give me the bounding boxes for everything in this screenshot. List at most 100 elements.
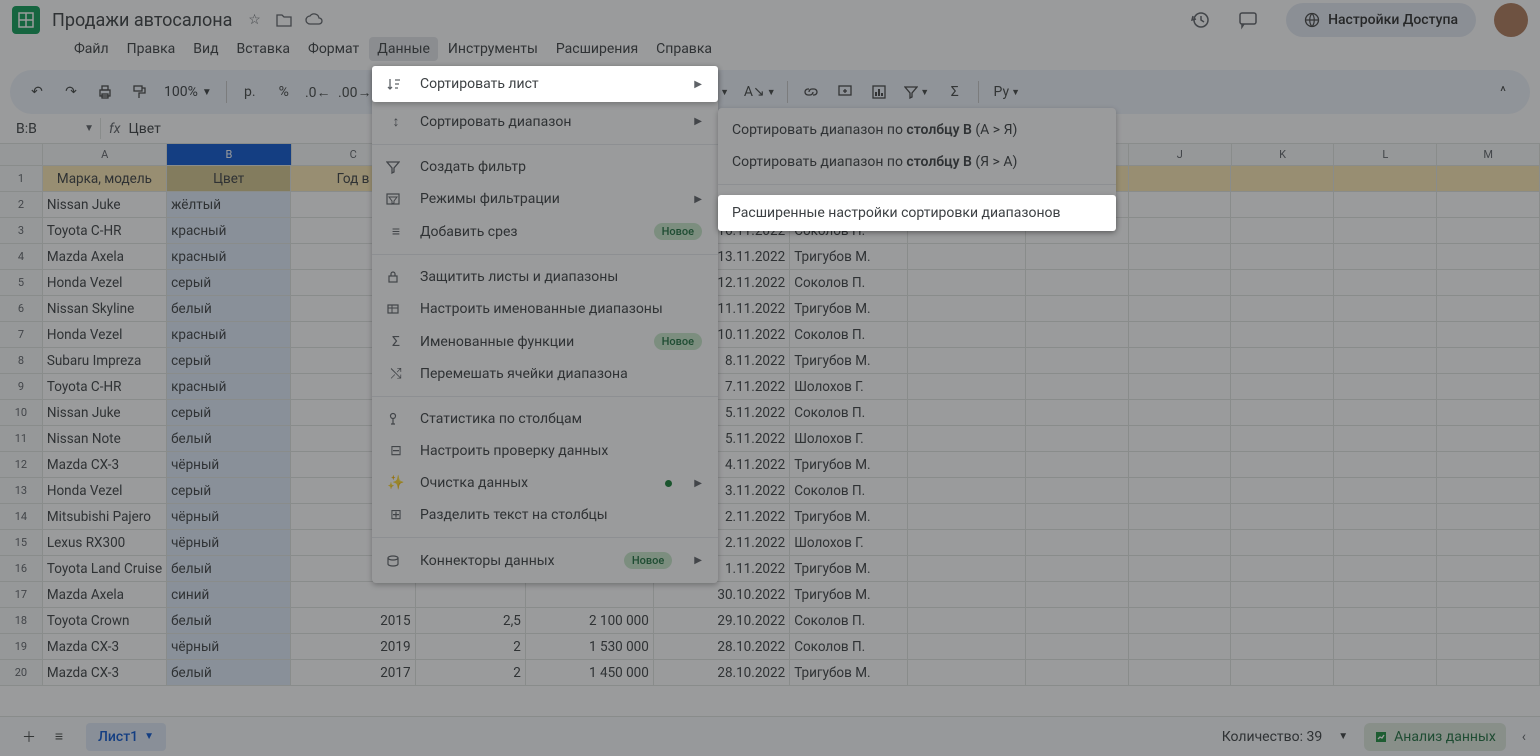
all-sheets-button[interactable]: ≡ [44,722,74,752]
cell[interactable] [1129,166,1232,192]
cell[interactable] [1026,270,1129,296]
increase-decimal-button[interactable]: .00→ [337,77,373,107]
cell[interactable] [908,556,1026,582]
cell[interactable] [908,608,1026,634]
cell[interactable]: белый [167,660,291,686]
menu-cleanup[interactable]: ✨Очистка данных ▶ [372,467,718,499]
cell[interactable] [1026,296,1129,322]
cell[interactable] [1026,322,1129,348]
formula-bar[interactable]: fx Цвет [100,118,161,139]
row-header[interactable]: 6 [0,296,43,322]
cell[interactable] [908,426,1026,452]
cell[interactable] [1026,348,1129,374]
cell[interactable]: Соколов П. [790,608,908,634]
cell[interactable]: 29.10.2022 [654,608,790,634]
cell[interactable]: 2019 [291,634,415,660]
row-header[interactable]: 1 [0,166,43,192]
row-header[interactable]: 7 [0,322,43,348]
cell[interactable] [1129,582,1232,608]
cell[interactable] [908,452,1026,478]
menu-insert[interactable]: Вставка [229,37,298,61]
row-header[interactable]: 18 [0,608,43,634]
cell[interactable] [1334,322,1437,348]
cell[interactable] [1129,244,1232,270]
cell[interactable] [1231,608,1334,634]
cell[interactable] [1437,426,1540,452]
menu-help[interactable]: Справка [648,37,720,61]
input-lang-button[interactable]: Ру▼ [987,77,1027,107]
cell[interactable] [1437,478,1540,504]
data-menu-dropdown[interactable]: ↕Сортировать лист▶ ↕Сортировать диапазон… [372,66,718,583]
cell[interactable] [1334,166,1437,192]
cell[interactable] [908,530,1026,556]
cell[interactable]: Lexus RX300 [43,530,167,556]
cell[interactable] [908,478,1026,504]
cell[interactable] [1437,660,1540,686]
cell[interactable]: серый [167,478,291,504]
cell[interactable] [1437,504,1540,530]
cell[interactable] [908,296,1026,322]
sort-range-desc[interactable]: Сортировать диапазон по столбцу B (Я > А… [718,146,1116,178]
highlighted-advanced-sort[interactable]: Расширенные настройки сортировки диапазо… [718,195,1116,231]
cell[interactable] [1129,348,1232,374]
cell[interactable] [1334,192,1437,218]
highlighted-sort-sheet[interactable]: Сортировать лист ▶ [372,66,718,102]
zoom-select[interactable]: 100%▼ [158,84,218,100]
col-header-B[interactable]: B [167,144,291,165]
add-sheet-button[interactable]: ＋ [14,722,44,752]
cell[interactable] [1334,452,1437,478]
collapse-toolbar-button[interactable]: ^ [1488,77,1518,107]
cell[interactable]: Соколов П. [790,478,908,504]
cell[interactable]: Honda Vezel [43,322,167,348]
cell[interactable]: Mazda CX-3 [43,634,167,660]
cell[interactable]: 30.10.2022 [654,582,790,608]
cell[interactable] [1334,270,1437,296]
cell[interactable] [1129,634,1232,660]
cell[interactable] [1437,374,1540,400]
sheets-logo-icon[interactable] [12,6,40,34]
col-header-J[interactable]: J [1129,144,1232,165]
cell[interactable]: Mitsubishi Pajero [43,504,167,530]
row-header[interactable]: 8 [0,348,43,374]
cell[interactable]: 2 100 000 [526,608,654,634]
cell[interactable] [1334,660,1437,686]
cell[interactable]: 2015 [291,608,415,634]
cell[interactable]: Соколов П. [790,400,908,426]
cell[interactable] [1026,426,1129,452]
cell[interactable]: Шолохов Г. [790,530,908,556]
col-header-M[interactable]: M [1437,144,1540,165]
menu-create-filter[interactable]: Создать фильтр [372,151,718,183]
cell[interactable]: Honda Vezel [43,478,167,504]
row-header[interactable]: 2 [0,192,43,218]
cell[interactable] [1129,452,1232,478]
cell[interactable] [1129,374,1232,400]
avatar[interactable] [1494,3,1528,37]
cell[interactable]: красный [167,218,291,244]
menu-extensions[interactable]: Расширения [548,37,646,61]
cell[interactable]: чёрный [167,504,291,530]
cell[interactable] [1437,400,1540,426]
cell[interactable] [908,270,1026,296]
cell[interactable] [1026,582,1129,608]
cell[interactable] [1334,400,1437,426]
cell[interactable] [1334,218,1437,244]
filter-button[interactable]: ▼ [898,77,936,107]
cell[interactable]: Toyota Crown [43,608,167,634]
percent-button[interactable]: % [269,77,299,107]
cell[interactable] [1334,244,1437,270]
cell[interactable] [1129,530,1232,556]
cell[interactable] [1129,426,1232,452]
history-icon[interactable] [1190,10,1210,30]
cell[interactable] [1334,296,1437,322]
cell[interactable] [1437,608,1540,634]
cell[interactable]: 2 [416,660,526,686]
cell[interactable]: 1 450 000 [526,660,654,686]
cell[interactable] [1437,530,1540,556]
print-button[interactable] [90,77,120,107]
cell[interactable] [1129,270,1232,296]
cell[interactable] [1437,634,1540,660]
cell[interactable]: красный [167,244,291,270]
cell[interactable] [1437,270,1540,296]
cell[interactable] [1231,452,1334,478]
cell[interactable] [1231,530,1334,556]
